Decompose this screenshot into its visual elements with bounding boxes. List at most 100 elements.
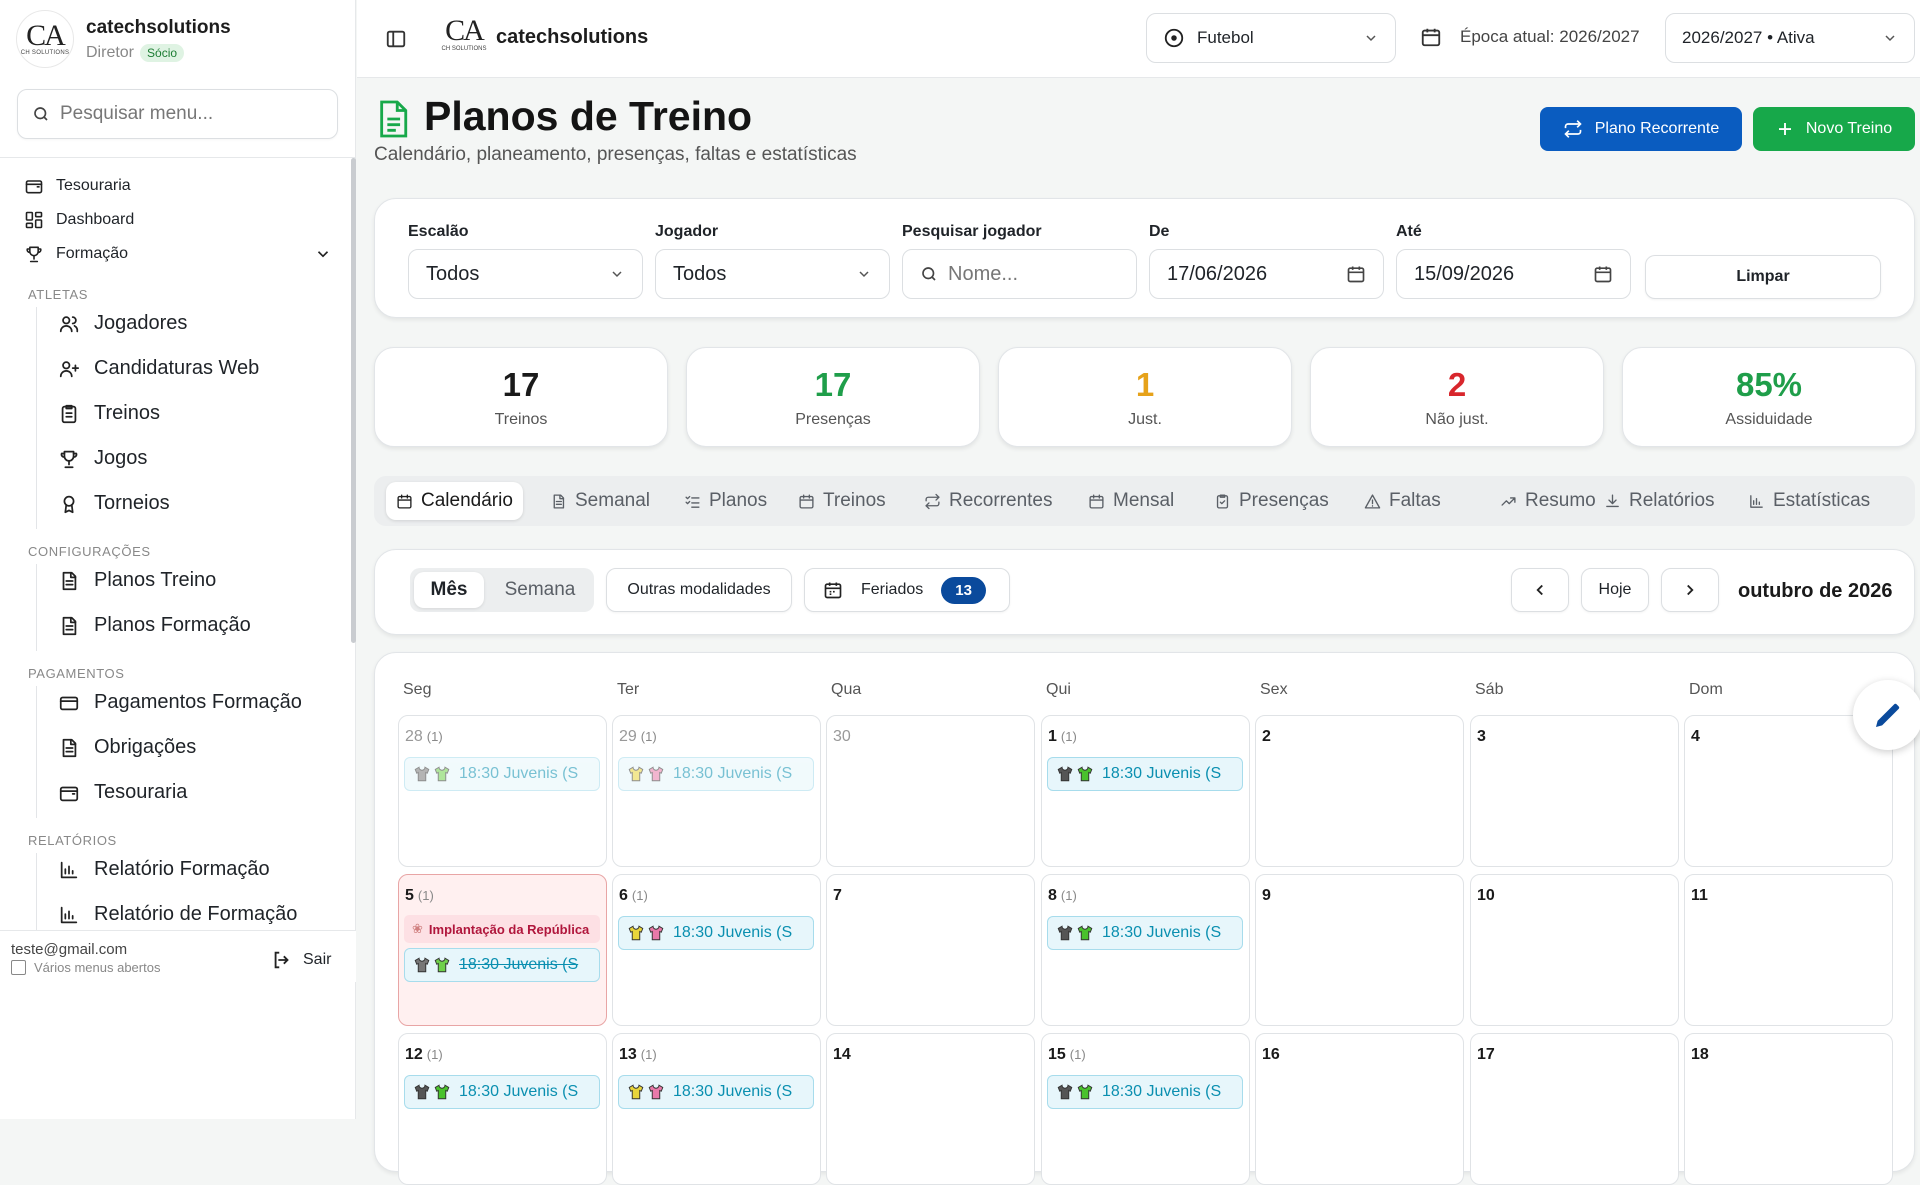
wallet-icon [25,180,43,194]
sidebar-subitem[interactable]: Torneios [58,492,170,515]
calendar-day[interactable]: 7 [826,874,1035,1026]
day-number: 7 [833,887,842,904]
training-event[interactable]: 18:30 Juvenis (S [404,757,600,791]
training-event[interactable]: 18:30 Juvenis (S [404,1075,600,1109]
training-event[interactable]: 18:30 Juvenis (S [1047,916,1243,950]
sidebar-section-title: PAGAMENTOS [28,666,125,681]
calendar-day[interactable]: 13 (1) 18:30 Juvenis (S [612,1033,821,1185]
sidebar-subitem[interactable]: Planos Formação [58,614,251,637]
calendar-icon [799,493,814,509]
file-icon [62,616,77,635]
calendar-day[interactable]: 6 (1) 18:30 Juvenis (S [612,874,821,1026]
tab-4[interactable]: Recorrentes [914,482,1063,520]
calendar-day[interactable]: 10 [1470,874,1679,1026]
prev-month-button[interactable] [1511,568,1569,612]
sidebar-subitem[interactable]: Treinos [58,402,160,425]
calendar-day[interactable]: 18 [1684,1033,1893,1185]
view-month-button[interactable]: Mês [414,572,484,608]
tab-7[interactable]: Faltas [1354,482,1451,520]
escalao-select[interactable]: Todos [408,249,643,299]
calendar-day[interactable]: 28 (1) 18:30 Juvenis (S [398,715,607,867]
holidays-button[interactable]: Feriados 13 [804,568,1010,612]
calendar-day[interactable]: 2 [1255,715,1464,867]
tab-0[interactable]: Calendário [386,482,523,520]
stat-label: Treinos [494,411,548,428]
calendar-day[interactable]: 30 [826,715,1035,867]
new-training-button[interactable]: Novo Treino [1753,107,1915,151]
sidebar-subitem[interactable]: Tesouraria [58,781,187,804]
checkbox-box[interactable] [11,960,26,975]
shirt-icon [648,1084,664,1100]
shirt-icon [1077,1084,1093,1100]
training-event[interactable]: 18:30 Juvenis (S [618,1075,814,1109]
day-number: 28 (1) [405,728,443,745]
document-icon [380,100,408,138]
calendar-day[interactable]: 1 (1) 18:30 Juvenis (S [1041,715,1250,867]
training-event[interactable]: 18:30 Juvenis (S [404,948,600,982]
sidebar-item-1[interactable]: Dashboard [24,210,134,230]
view-week-button[interactable]: Semana [490,572,590,608]
menu-search-input[interactable]: Pesquisar menu... [17,89,338,139]
sidebar-subitem[interactable]: Relatório de Formação [58,903,297,926]
sidebar-toggle-button[interactable] [385,28,407,50]
tab-10[interactable]: Estatísticas [1738,482,1880,520]
weekday-header: Sex [1260,681,1288,698]
multi-menu-checkbox[interactable]: Vários menus abertos [11,960,160,975]
calendar-day[interactable]: 29 (1) 18:30 Juvenis (S [612,715,821,867]
sidebar-item-0[interactable]: Tesouraria [24,176,131,196]
tab-1[interactable]: Semanal [540,482,660,520]
sport-select[interactable]: Futebol [1146,13,1396,63]
training-event[interactable]: 18:30 Juvenis (S [1047,1075,1243,1109]
tab-8[interactable]: Resumo [1490,482,1606,520]
sidebar-subitem[interactable]: Planos Treino [58,569,216,592]
calendar-day[interactable]: 15 (1) 18:30 Juvenis (S [1041,1033,1250,1185]
sidebar-subitem[interactable]: Jogadores [58,312,187,335]
sidebar-scrollbar[interactable] [351,158,356,643]
tab-5[interactable]: Mensal [1078,482,1184,520]
season-select[interactable]: 2026/2027 • Ativa [1665,13,1915,63]
logout-button[interactable]: Sair [271,949,331,971]
day-number: 8 (1) [1048,887,1077,904]
date-to-input[interactable]: 15/09/2026 [1396,249,1631,299]
training-event[interactable]: 18:30 Juvenis (S [618,916,814,950]
training-event[interactable]: 18:30 Juvenis (S [1047,757,1243,791]
shirt-icon [1057,766,1073,782]
calendar-icon [1089,493,1104,509]
calendar-day[interactable]: 14 [826,1033,1035,1185]
other-sports-button[interactable]: Outras modalidades [606,568,792,612]
calendar-day[interactable]: 11 [1684,874,1893,1026]
view-tabs: Calendário Semanal Planos Treinos Recorrente… [374,476,1915,526]
calendar-day[interactable]: 9 [1255,874,1464,1026]
calendar-day[interactable]: 3 [1470,715,1679,867]
sidebar-subitem[interactable]: Pagamentos Formação [58,691,302,714]
sidebar-subitem[interactable]: Candidaturas Web [58,357,259,380]
stat-value: 1 [1135,366,1155,403]
member-badge: Sócio [140,43,185,62]
training-event[interactable]: 18:30 Juvenis (S [618,757,814,791]
clear-filters-button[interactable]: Limpar [1645,255,1881,299]
calendar-day[interactable]: 12 (1) 18:30 Juvenis (S [398,1033,607,1185]
today-button[interactable]: Hoje [1581,568,1649,612]
tab-2[interactable]: Planos [674,482,777,520]
user-plus-icon [59,360,80,377]
sidebar-subitem[interactable]: Obrigações [58,736,196,759]
tab-6[interactable]: Presenças [1204,482,1339,520]
edit-fab-button[interactable] [1853,680,1920,750]
next-month-button[interactable] [1661,568,1719,612]
calendar-day[interactable]: 17 [1470,1033,1679,1185]
stat-card: 17 Presenças [686,347,980,447]
tab-9[interactable]: Relatórios [1594,482,1725,520]
calendar-day[interactable]: 5 (1) ❀ Implantação da República 18:30 Juven… [398,874,607,1026]
jogador-select[interactable]: Todos [655,249,890,299]
current-season: Época atual: 2026/2027 [1420,26,1640,48]
recurring-plan-button[interactable]: Plano Recorrente [1540,107,1742,151]
sidebar-subitem[interactable]: Relatório Formação [58,858,270,881]
topbar-brand-name: catechsolutions [496,26,649,48]
calendar-day[interactable]: 8 (1) 18:30 Juvenis (S [1041,874,1250,1026]
calendar-day[interactable]: 16 [1255,1033,1464,1185]
tab-3[interactable]: Treinos [788,482,896,520]
sidebar-item-2[interactable]: Formação [24,244,329,264]
sidebar-subitem[interactable]: Jogos [58,447,147,470]
date-from-input[interactable]: 17/06/2026 [1149,249,1384,299]
player-search-input[interactable]: Nome... [902,249,1137,299]
